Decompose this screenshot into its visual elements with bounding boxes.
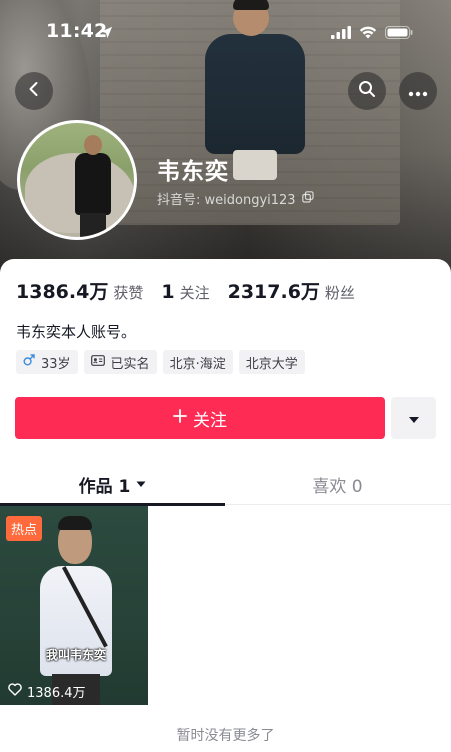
chevron-left-icon bbox=[26, 81, 42, 101]
more-options-button[interactable] bbox=[399, 72, 437, 110]
stat-following[interactable]: 1 关注 bbox=[161, 281, 209, 303]
stat-likes-value: 1386.4万 bbox=[16, 281, 109, 303]
follow-button[interactable]: 关注 bbox=[15, 397, 385, 439]
tab-works-label: 作品 1 bbox=[78, 476, 131, 497]
status-time: 11:42 bbox=[46, 20, 108, 42]
follow-button-label: 关注 bbox=[193, 410, 227, 431]
tab-likes-label: 喜欢 0 bbox=[312, 476, 363, 497]
avatar[interactable] bbox=[17, 120, 137, 240]
stats-row: 1386.4万 获赞 1 关注 2317.6万 粉丝 bbox=[16, 277, 355, 304]
stat-likes[interactable]: 1386.4万 获赞 bbox=[16, 277, 143, 304]
stat-following-value: 1 bbox=[161, 281, 175, 303]
battery-icon bbox=[385, 24, 413, 43]
copy-icon[interactable] bbox=[301, 190, 314, 207]
location-arrow-icon bbox=[100, 24, 113, 43]
tag-age-text: 33岁 bbox=[41, 356, 71, 372]
video-caption: 我叫韦东奕 bbox=[46, 648, 107, 662]
video-likes: 1386.4万 bbox=[8, 682, 86, 701]
stat-followers[interactable]: 2317.6万 粉丝 bbox=[228, 277, 355, 304]
male-icon bbox=[23, 354, 35, 370]
stat-following-label: 关注 bbox=[179, 284, 210, 302]
video-likes-count: 1386.4万 bbox=[27, 686, 86, 701]
hot-badge: 热点 bbox=[6, 516, 43, 541]
douyin-id[interactable]: 抖音号: weidongyi123 bbox=[157, 189, 314, 208]
search-button[interactable] bbox=[348, 72, 386, 110]
caret-down-icon bbox=[136, 481, 146, 488]
tab-likes[interactable]: 喜欢 0 bbox=[225, 463, 450, 505]
profile-tags: 33岁 已实名 北京·海淀 北京大学 bbox=[16, 350, 305, 374]
caret-down-icon bbox=[408, 409, 420, 428]
cellular-signal-icon bbox=[331, 24, 351, 43]
video-thumbnail[interactable]: 热点 我叫韦东奕 1386.4万 bbox=[0, 506, 148, 705]
profile-name: 韦东奕 bbox=[157, 159, 229, 185]
no-more-text: 暂时没有更多了 bbox=[176, 728, 275, 744]
content-tabs: 作品 1 喜欢 0 bbox=[0, 463, 451, 506]
tag-location: 北京·海淀 bbox=[162, 350, 233, 374]
tag-verified-text: 已实名 bbox=[110, 356, 150, 372]
stat-likes-label: 获赞 bbox=[113, 284, 144, 302]
back-button[interactable] bbox=[15, 72, 53, 110]
profile-bio: 韦东奕本人账号。 bbox=[16, 323, 137, 341]
wifi-icon bbox=[359, 24, 377, 43]
tag-age: 33岁 bbox=[16, 350, 78, 374]
tag-school: 北京大学 bbox=[238, 350, 305, 374]
status-bar: 11:42 bbox=[0, 0, 451, 58]
stat-followers-value: 2317.6万 bbox=[227, 281, 320, 303]
stat-followers-label: 粉丝 bbox=[324, 284, 355, 302]
more-dots-icon bbox=[408, 82, 428, 101]
search-icon bbox=[358, 80, 376, 102]
tag-verified: 已实名 bbox=[83, 350, 157, 374]
tab-works[interactable]: 作品 1 bbox=[0, 463, 225, 506]
profile-card: 1386.4万 获赞 1 关注 2317.6万 粉丝 韦东奕本人账号。 33岁 已实名… bbox=[0, 259, 451, 752]
heart-icon bbox=[8, 683, 22, 700]
recommend-dropdown-button[interactable] bbox=[391, 397, 436, 439]
douyin-id-text: 抖音号: weidongyi123 bbox=[157, 193, 296, 208]
id-card-icon bbox=[90, 354, 105, 370]
plus-icon bbox=[173, 408, 187, 428]
